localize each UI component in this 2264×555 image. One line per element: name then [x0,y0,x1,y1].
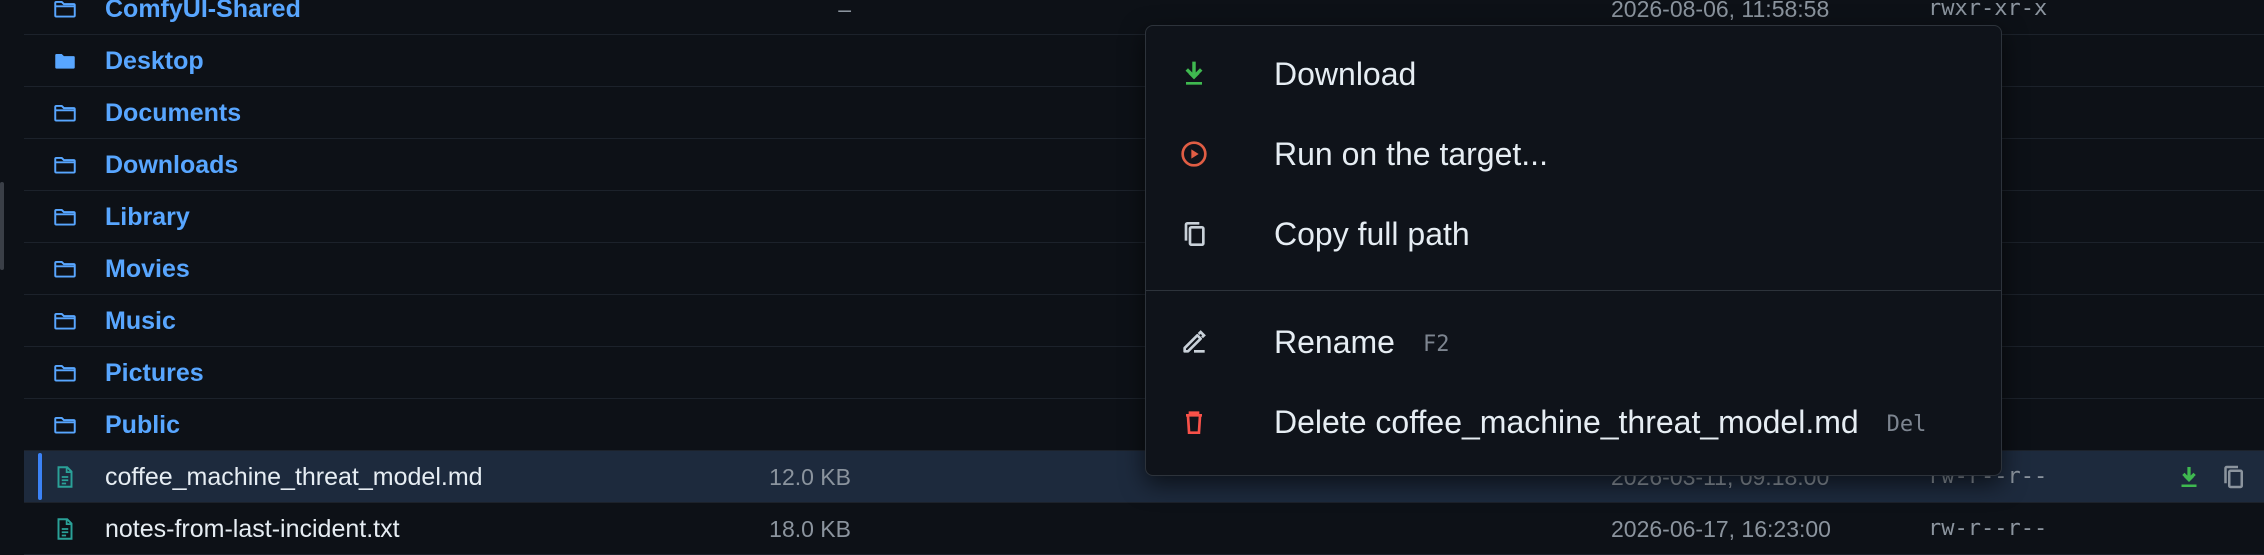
download-icon [1178,58,1210,90]
folder-icon [52,308,78,334]
file-name[interactable]: Library [105,203,190,231]
folder-icon [52,100,78,126]
file-name[interactable]: coffee_machine_threat_model.md [105,463,483,491]
folder-icon [52,360,78,386]
menu-label-rename: Rename F2 [1274,325,1449,362]
file-name[interactable]: Music [105,307,176,335]
download-icon[interactable] [2174,462,2204,492]
file-name[interactable]: Public [105,411,180,439]
file-date: 2026-08-06, 11:58:58 [1611,0,1830,22]
file-icon [52,464,78,490]
file-name[interactable]: Movies [105,255,190,283]
menu-label-download: Download [1274,56,1417,92]
file-permissions: rwxr-xr-x [1928,0,2048,21]
file-size: – [838,0,851,22]
menu-item-download[interactable]: Download [1146,34,2001,114]
file-name[interactable]: Desktop [105,47,204,75]
rename-shortcut: F2 [1422,331,1450,357]
scroll-indicator[interactable] [0,182,4,270]
menu-label-copy-path: Copy full path [1274,216,1470,252]
folder-filled-icon [52,48,78,74]
edit-icon [1178,326,1210,358]
play-circle-icon [1178,138,1210,170]
row-actions [2174,462,2248,492]
folder-icon [52,152,78,178]
menu-item-delete[interactable]: Delete coffee_machine_threat_model.md Del [1146,382,2001,462]
file-name[interactable]: notes-from-last-incident.txt [105,515,400,543]
folder-icon [52,204,78,230]
file-row[interactable]: notes-from-last-incident.txt 18.0 KB 2026-… [24,503,2264,555]
folder-icon [52,412,78,438]
menu-item-rename[interactable]: Rename F2 [1146,302,2001,382]
copy-icon [1178,218,1210,250]
file-name[interactable]: Pictures [105,359,204,387]
context-menu: Download Run on the target... Copy full … [1145,25,2002,476]
menu-label-delete: Delete coffee_machine_threat_model.md Del [1274,405,1926,442]
file-name[interactable]: ComfyUI-Shared [105,0,301,23]
file-size: 12.0 KB [769,464,851,490]
file-name[interactable]: Downloads [105,151,238,179]
file-name[interactable]: Documents [105,99,241,127]
menu-divider [1146,290,2001,291]
rename-label: Rename [1274,324,1395,360]
trash-icon [1178,406,1210,438]
menu-item-copy-path[interactable]: Copy full path [1146,194,2001,274]
menu-label-run: Run on the target... [1274,136,1548,172]
file-icon [52,516,78,542]
delete-label: Delete coffee_machine_threat_model.md [1274,404,1859,440]
folder-icon [52,0,78,22]
copy-icon[interactable] [2218,462,2248,492]
folder-icon [52,256,78,282]
file-permissions: rw-r--r-- [1928,516,2048,541]
menu-item-run[interactable]: Run on the target... [1146,114,2001,194]
delete-shortcut: Del [1886,411,1927,437]
